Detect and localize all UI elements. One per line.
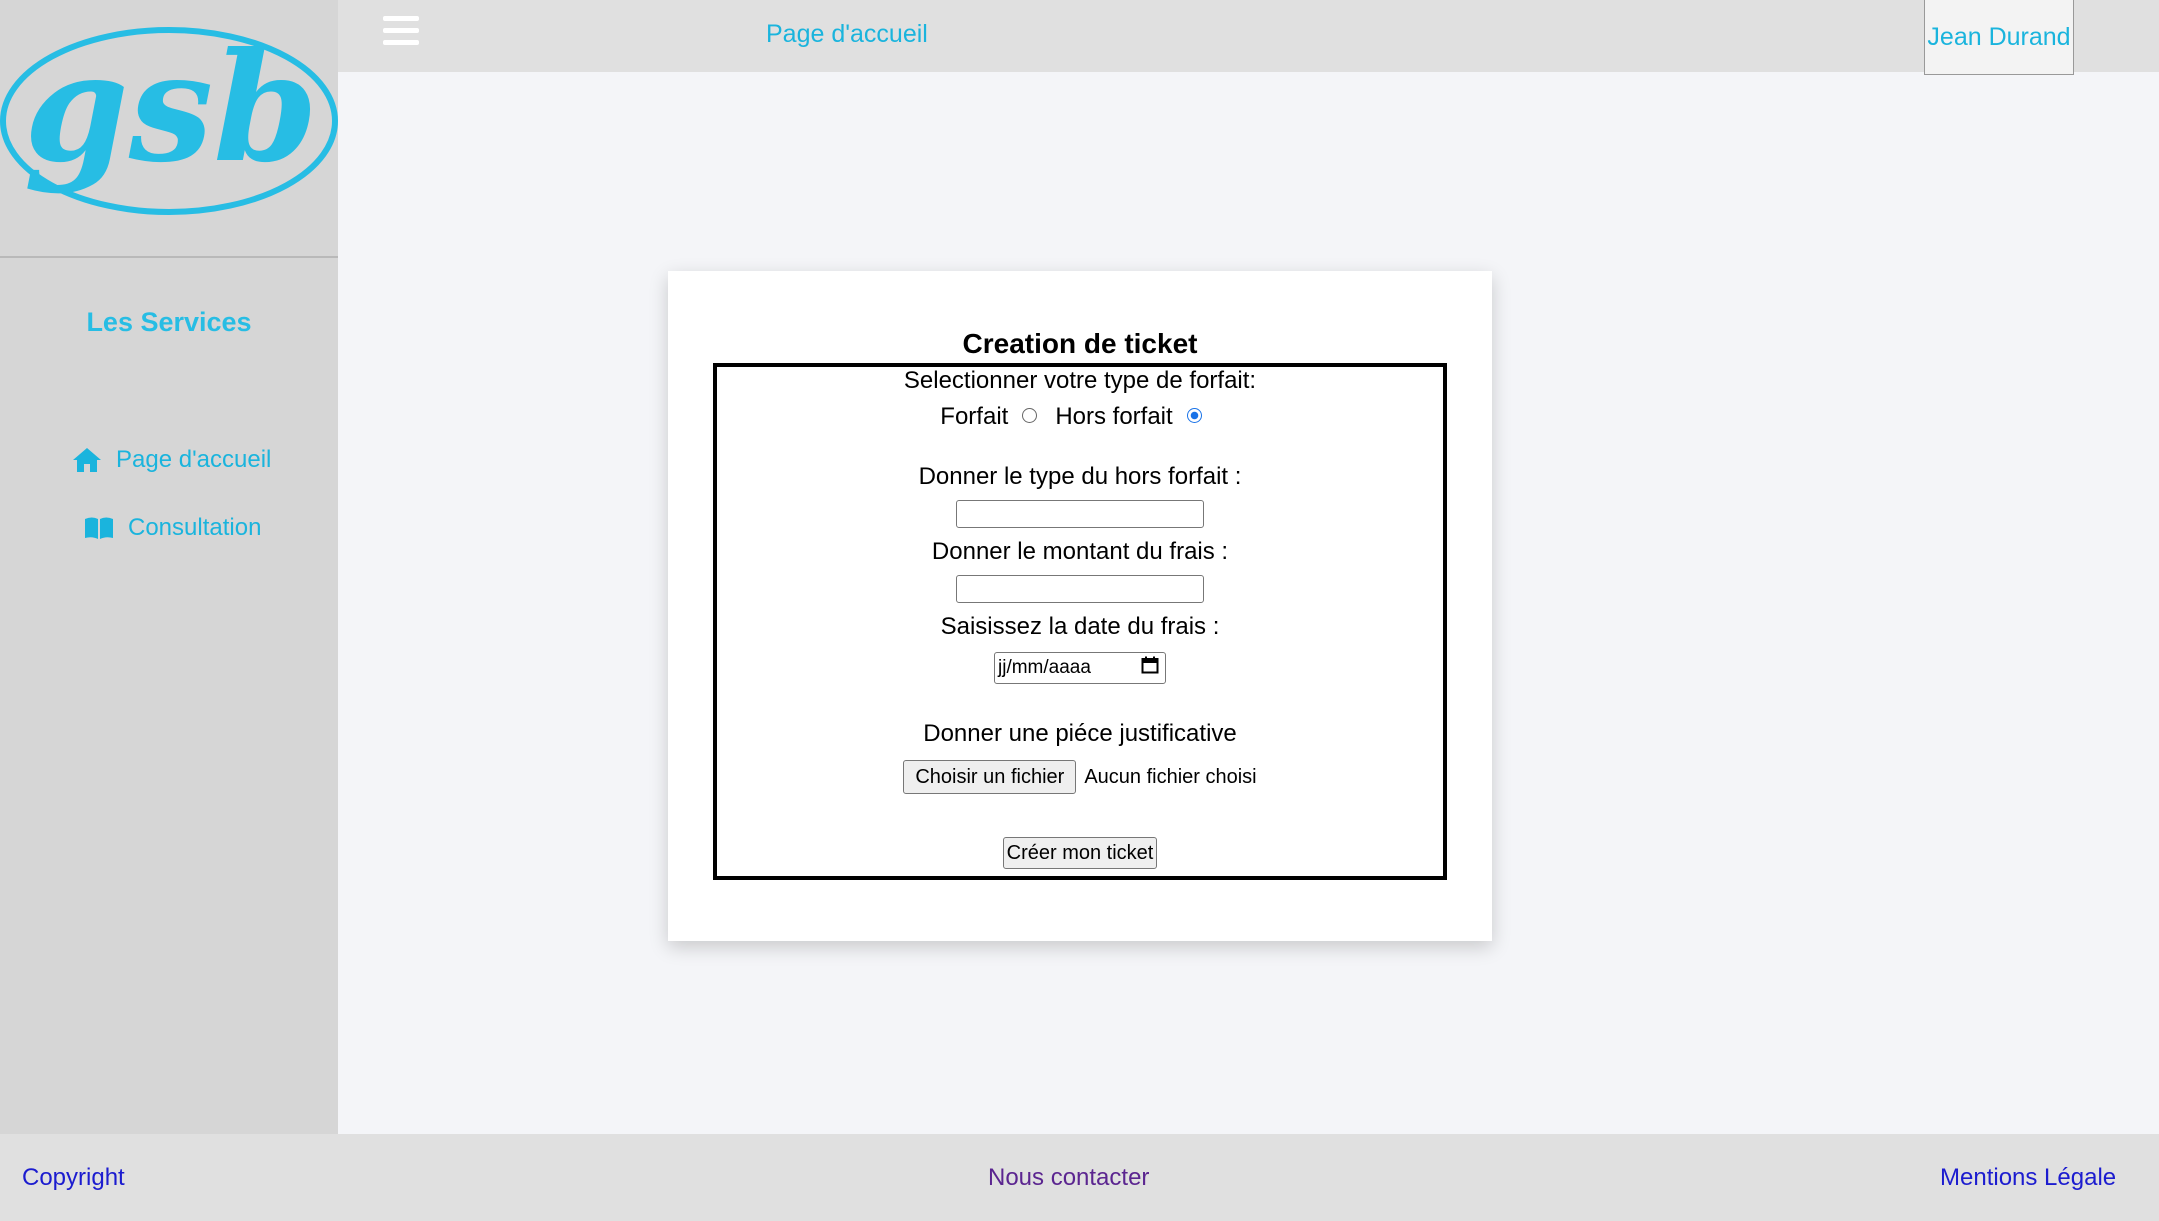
create-ticket-button[interactable]: Créer mon ticket [1002,837,1158,869]
sidebar-item-label: Page d'accueil [116,446,272,473]
calendar-icon[interactable] [1141,656,1159,680]
sidebar-title: Les Services [86,307,252,337]
sidebar: gsb Les Services Page d'accueil Consulta… [0,0,338,1134]
date-input[interactable]: jj/mm/aaaa [994,652,1166,684]
book-icon [84,516,114,540]
footer: Copyright Nous contacter Mentions Légale [0,1134,2159,1221]
home-icon [72,447,102,473]
radio-forfait[interactable] [1022,407,1038,423]
form-title: Creation de ticket [962,328,1198,359]
radio-label-hors-forfait: Hors forfait [1055,403,1173,430]
footer-copyright-link[interactable]: Copyright [22,1164,125,1192]
date-placeholder: jj/mm/aaaa [998,657,1091,678]
footer-legal-link[interactable]: Mentions Légale [1940,1164,2116,1192]
top-bar: Page d'accueil Jean Durand [338,0,2159,75]
ticket-card: Creation de ticket Selectionner votre ty… [668,271,1492,941]
radio-label-forfait: Forfait [940,403,1009,430]
hors-forfait-type-label: Donner le type du hors forfait : [918,463,1242,490]
top-home-link[interactable]: Page d'accueil [766,20,928,49]
user-menu-button[interactable]: Jean Durand [1924,0,2074,75]
piece-label: Donner une piéce justificative [923,720,1237,747]
sidebar-item-consultation[interactable]: Consultation [84,514,261,542]
svg-text:gsb: gsb [24,20,318,196]
gsb-logo: gsb [0,0,338,256]
sidebar-item-home[interactable]: Page d'accueil [72,446,271,474]
hamburger-icon[interactable] [383,16,419,52]
montant-label: Donner le montant du frais : [931,538,1229,565]
choose-file-button[interactable]: Choisir un fichier [903,760,1077,794]
ticket-form: Selectionner votre type de forfait: Forf… [713,363,1447,880]
date-label: Saisissez la date du frais : [940,613,1220,640]
hors-forfait-type-input[interactable] [956,500,1204,528]
footer-contact-link[interactable]: Nous contacter [988,1164,1149,1192]
file-picker: Choisir un fichier Aucun fichier choisi [717,760,1443,794]
type-prompt: Selectionner votre type de forfait: [903,367,1257,394]
sidebar-divider [0,256,338,258]
file-status: Aucun fichier choisi [1084,765,1257,788]
montant-input[interactable] [956,575,1204,603]
sidebar-item-label: Consultation [128,514,262,541]
radio-hors-forfait[interactable] [1186,407,1202,423]
type-radio-group: Forfait Hors forfait [717,403,1443,431]
